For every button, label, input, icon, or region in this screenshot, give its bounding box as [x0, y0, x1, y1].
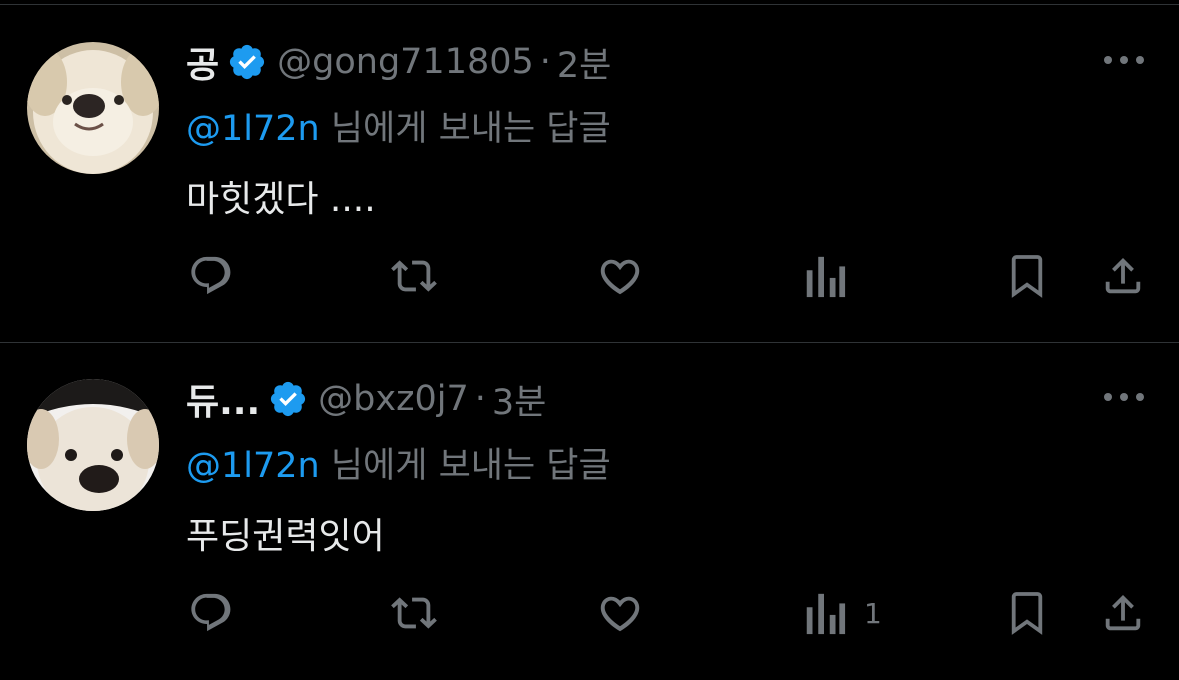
handle[interactable]: @bxz0j7 [318, 379, 469, 419]
verified-badge-icon [268, 379, 308, 419]
tweet-text: 푸딩권력잇어 [186, 516, 385, 557]
views-icon [806, 256, 846, 298]
separator-dot: · [474, 379, 486, 419]
reply-mention-link[interactable]: @1l72n [186, 109, 320, 149]
retweet-icon [391, 260, 437, 292]
like-icon [600, 596, 640, 632]
reply-suffix: 님에게 보내는 답글 [319, 446, 611, 486]
views-count: 1 [864, 596, 882, 630]
tweet-header: 공 @gong711805 · 2분 [186, 34, 611, 90]
reply-context: @1l72n 님에게 보내는 답글 [186, 100, 611, 151]
avatar[interactable] [27, 42, 159, 174]
reply-mention-link[interactable]: @1l72n [186, 446, 320, 486]
bookmark-icon [1011, 255, 1043, 298]
views-button[interactable]: 1 [802, 585, 882, 641]
tweet-divider [0, 342, 1179, 343]
retweet-button[interactable] [388, 248, 440, 304]
tweet-2[interactable]: 듀... @bxz0j7 · 3분 @1l72n 님에게 보내는 답글 푸딩권력… [0, 345, 1179, 680]
more-icon[interactable] [1100, 385, 1148, 409]
views-icon [806, 593, 846, 635]
like-button[interactable] [596, 585, 644, 641]
share-button[interactable] [1100, 248, 1146, 304]
reply-context: @1l72n 님에게 보내는 답글 [186, 437, 611, 488]
bookmark-button[interactable] [1008, 585, 1046, 641]
like-icon [600, 259, 640, 295]
handle[interactable]: @gong711805 [277, 42, 534, 82]
more-icon[interactable] [1100, 48, 1148, 72]
tweet-1[interactable]: 공 @gong711805 · 2분 @1l72n 님에게 보내는 답글 마힛겠… [0, 0, 1179, 335]
share-icon [1105, 594, 1141, 631]
reply-button[interactable] [188, 248, 234, 304]
timestamp[interactable]: 2분 [557, 37, 611, 88]
retweet-icon [391, 597, 437, 629]
bookmark-icon [1011, 592, 1043, 635]
reply-button[interactable] [188, 585, 234, 641]
reply-icon [191, 593, 231, 632]
display-name[interactable]: 공 [186, 36, 219, 88]
share-icon [1105, 257, 1141, 294]
reply-icon [191, 256, 231, 295]
views-button[interactable] [802, 248, 864, 304]
like-button[interactable] [596, 248, 644, 304]
verified-badge-icon [227, 42, 267, 82]
reply-suffix: 님에게 보내는 답글 [319, 109, 611, 149]
avatar[interactable] [27, 379, 159, 511]
timestamp[interactable]: 3분 [492, 374, 546, 425]
action-bar: 1 [0, 585, 1179, 641]
separator-dot: · [539, 42, 551, 82]
display-name[interactable]: 듀... [186, 373, 260, 425]
action-bar [0, 248, 1179, 304]
tweet-text: 마힛겠다 .... [186, 179, 376, 220]
bookmark-button[interactable] [1008, 248, 1046, 304]
share-button[interactable] [1100, 585, 1146, 641]
retweet-button[interactable] [388, 585, 440, 641]
tweet-header: 듀... @bxz0j7 · 3분 [186, 371, 546, 427]
